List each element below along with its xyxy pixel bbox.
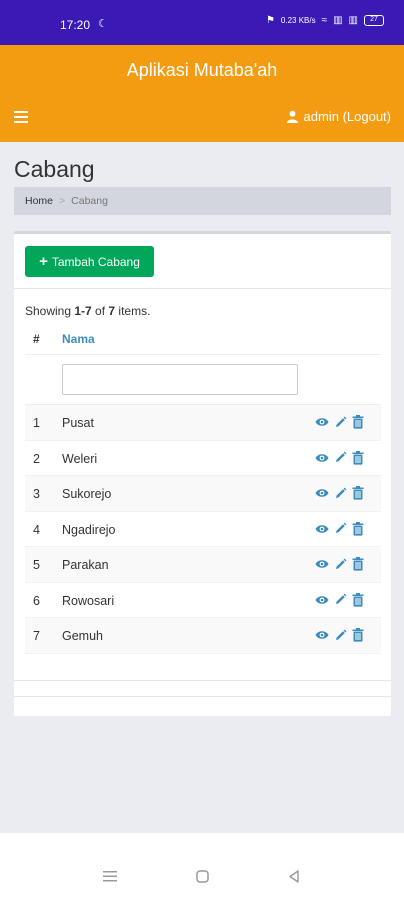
- summary-suffix: items.: [115, 304, 151, 318]
- row-actions: [314, 521, 366, 537]
- app-header: Aplikasi Mutaba'ah admin (Logout): [0, 45, 404, 142]
- trash-icon[interactable]: [350, 450, 366, 466]
- signal-icon-2: ▥: [348, 15, 358, 26]
- breadcrumb: Home > Cabang: [14, 187, 391, 215]
- row-name: Pusat: [62, 416, 94, 430]
- pencil-icon[interactable]: [332, 450, 348, 466]
- eye-icon[interactable]: [314, 627, 330, 643]
- table-body: 1 Pusat 2 Weleri 3 Sukorejo 4 Ngadirejo 5 Parakan…: [25, 405, 381, 654]
- pencil-icon[interactable]: [332, 592, 348, 608]
- user-icon: [286, 110, 298, 123]
- net-speed: 0.23 KB/s: [280, 16, 316, 25]
- status-time: 17:20: [60, 18, 91, 32]
- table-header: # Nama: [25, 322, 381, 355]
- eye-icon[interactable]: [314, 485, 330, 501]
- row-number: 7: [33, 629, 40, 643]
- trash-icon[interactable]: [350, 521, 366, 537]
- hamburger-icon[interactable]: [14, 111, 28, 123]
- wifi-icon: ≈: [321, 15, 328, 26]
- pencil-icon[interactable]: [332, 521, 348, 537]
- breadcrumb-current: Cabang: [71, 195, 108, 207]
- breadcrumb-separator: >: [59, 195, 66, 207]
- row-actions: [314, 485, 366, 501]
- row-actions: [314, 414, 366, 430]
- row-name: Weleri: [62, 451, 98, 466]
- pencil-icon[interactable]: [332, 485, 348, 501]
- row-number: 3: [33, 487, 40, 501]
- app-title[interactable]: Aplikasi Mutaba'ah: [0, 60, 404, 81]
- summary-text: Showing 1-7 of 7 items.: [25, 304, 150, 318]
- trash-icon[interactable]: [350, 556, 366, 572]
- row-number: 2: [33, 451, 40, 466]
- row-actions: [314, 556, 366, 572]
- row-name: Ngadirejo: [62, 522, 116, 537]
- nama-filter-input[interactable]: [62, 364, 298, 395]
- data-table: # Nama 1 Pusat 2 Weleri 3 Sukorejo 4 Ngadirejo 5…: [25, 322, 381, 654]
- row-name: Rowosari: [62, 593, 115, 608]
- eye-icon[interactable]: [314, 450, 330, 466]
- row-actions: [314, 592, 366, 608]
- row-actions: [314, 627, 366, 643]
- row-number: 5: [33, 558, 40, 572]
- status-bar: 17:20 ☾ ⚑ 0.23 KB/s ≈ ▥ ▥ 27: [0, 0, 404, 45]
- signal-icon: ▥: [333, 15, 343, 26]
- table-row: 4 Ngadirejo: [25, 512, 381, 547]
- column-header-nama[interactable]: Nama: [62, 332, 95, 346]
- user-link-label: admin (Logout): [303, 109, 391, 124]
- breadcrumb-home[interactable]: Home: [25, 195, 53, 207]
- add-cabang-button[interactable]: + Tambah Cabang: [25, 246, 154, 277]
- moon-icon: ☾: [98, 18, 108, 30]
- summary-of: of: [91, 304, 109, 318]
- pencil-icon[interactable]: [332, 414, 348, 430]
- plus-icon: +: [39, 253, 48, 270]
- eye-icon[interactable]: [314, 521, 330, 537]
- eye-icon[interactable]: [314, 414, 330, 430]
- trash-icon[interactable]: [350, 414, 366, 430]
- pencil-icon[interactable]: [332, 627, 348, 643]
- page-title: Cabang: [14, 156, 95, 182]
- trash-icon[interactable]: [350, 592, 366, 608]
- system-nav-bar: [0, 833, 404, 900]
- table-row: 7 Gemuh: [25, 618, 381, 654]
- eye-icon[interactable]: [314, 556, 330, 572]
- column-header-number: #: [33, 332, 40, 346]
- card-divider: [14, 288, 391, 289]
- home-icon[interactable]: [196, 870, 209, 883]
- eye-icon[interactable]: [314, 592, 330, 608]
- row-name: Parakan: [62, 558, 109, 572]
- table-row: 3 Sukorejo: [25, 476, 381, 512]
- table-row: 1 Pusat: [25, 405, 381, 441]
- row-name: Gemuh: [62, 629, 103, 643]
- trash-icon[interactable]: [350, 485, 366, 501]
- row-name: Sukorejo: [62, 487, 112, 501]
- summary-prefix: Showing: [25, 304, 75, 318]
- table-row: 5 Parakan: [25, 547, 381, 583]
- status-icons: ⚑ 0.23 KB/s ≈ ▥ ▥ 27: [266, 15, 384, 26]
- row-number: 6: [33, 593, 40, 608]
- add-button-label: Tambah Cabang: [51, 254, 140, 269]
- alarm-icon: ⚑: [265, 15, 275, 26]
- user-logout-link[interactable]: admin (Logout): [286, 109, 391, 124]
- filter-row: [25, 355, 381, 405]
- battery-icon: 27: [364, 15, 384, 26]
- row-actions: [314, 450, 366, 466]
- table-row: 6 Rowosari: [25, 583, 381, 618]
- row-number: 1: [33, 416, 40, 430]
- content-card: + Tambah Cabang Showing 1-7 of 7 items. …: [14, 231, 391, 716]
- row-number: 4: [33, 522, 40, 537]
- trash-icon[interactable]: [350, 627, 366, 643]
- card-footer-divider: [14, 680, 391, 681]
- back-icon[interactable]: [288, 870, 300, 883]
- card-footer-divider-2: [14, 696, 391, 697]
- recents-icon[interactable]: [103, 870, 117, 882]
- summary-range: 1-7: [74, 304, 92, 318]
- table-row: 2 Weleri: [25, 441, 381, 476]
- pencil-icon[interactable]: [332, 556, 348, 572]
